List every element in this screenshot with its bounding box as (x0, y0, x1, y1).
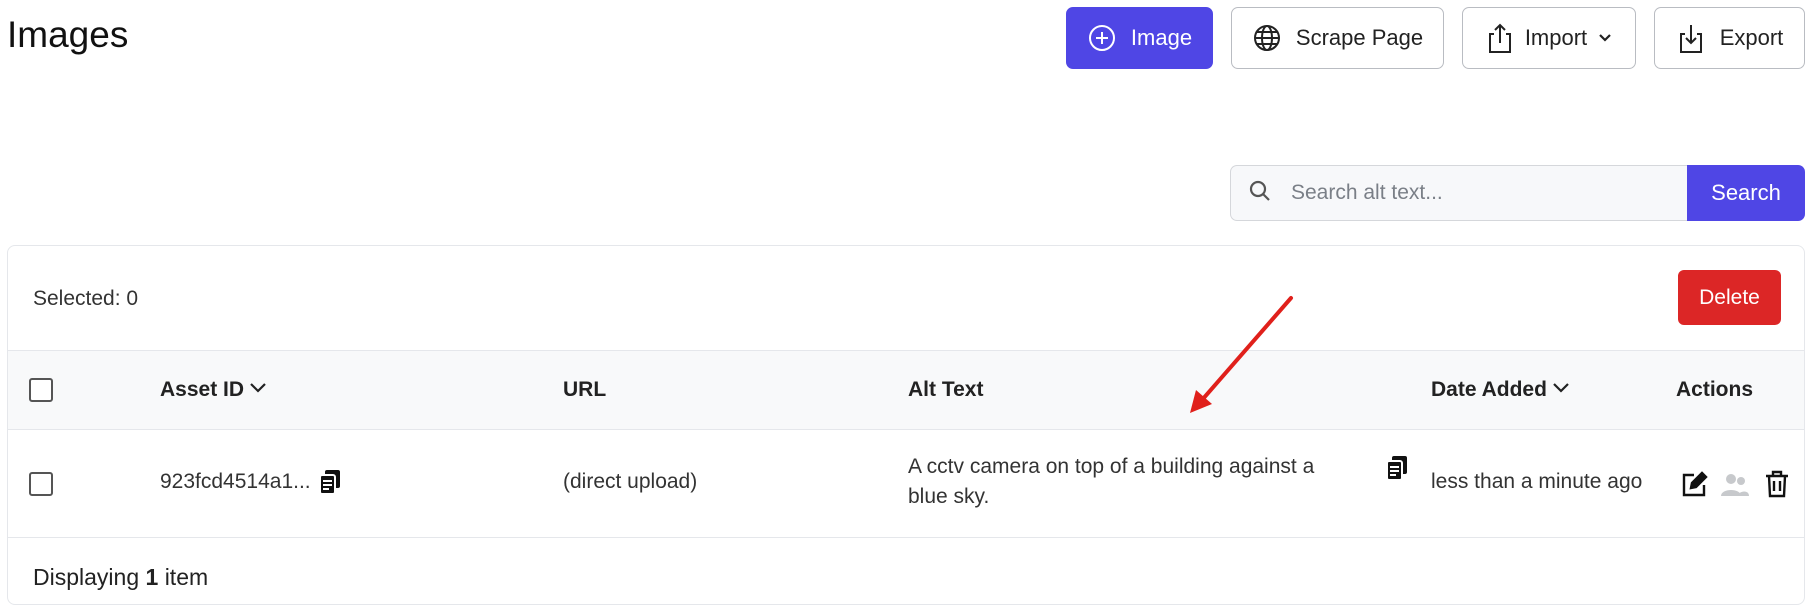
search-field (1230, 165, 1687, 221)
column-actions-label: Actions (1676, 378, 1754, 401)
date-added-value: less than a minute ago (1431, 470, 1643, 493)
delete-button[interactable]: Delete (1678, 270, 1781, 325)
table-header: Asset ID URL Alt Text Date Added Actions (8, 350, 1804, 430)
pagination-suffix: item (164, 564, 209, 590)
copy-icon[interactable] (1384, 454, 1410, 487)
page-title: Images (7, 14, 129, 55)
selected-count: Selected: 0 (33, 287, 139, 310)
column-url: URL (563, 351, 606, 429)
import-button[interactable]: Import (1462, 7, 1636, 69)
trash-icon[interactable] (1764, 470, 1790, 503)
alt-text-cell: A cctv camera on top of a building again… (908, 455, 1315, 508)
upload-icon (1485, 22, 1515, 54)
column-asset-id[interactable]: Asset ID (160, 351, 268, 429)
column-asset-id-label: Asset ID (160, 378, 245, 401)
column-actions: Actions (1676, 351, 1753, 429)
search-icon (1249, 180, 1271, 207)
scrape-page-label: Scrape Page (1295, 25, 1424, 50)
download-icon (1676, 22, 1706, 54)
pagination-count: 1 (145, 564, 159, 590)
url-value: (direct upload) (563, 470, 698, 493)
plus-circle-icon (1087, 23, 1117, 53)
date-added-cell: less than a minute ago (1431, 470, 1642, 494)
add-image-label: Image (1130, 25, 1193, 50)
column-date-added-label: Date Added (1431, 378, 1547, 401)
asset-id-value: 923fcd4514a1... (160, 470, 311, 493)
asset-id-cell: 923fcd4514a1... (160, 470, 311, 494)
column-date-added[interactable]: Date Added (1431, 351, 1571, 429)
images-table-card: Selected: 0 Delete Asset ID URL Alt Text… (7, 245, 1805, 605)
row-checkbox[interactable] (29, 472, 53, 496)
chevron-down-icon (1597, 30, 1613, 46)
edit-icon[interactable] (1680, 471, 1708, 504)
globe-icon (1252, 23, 1282, 53)
search-button[interactable]: Search (1687, 165, 1805, 221)
export-button[interactable]: Export (1654, 7, 1805, 69)
column-url-label: URL (563, 378, 607, 401)
users-icon[interactable] (1720, 472, 1750, 503)
column-alt-text: Alt Text (908, 351, 983, 429)
select-all-checkbox[interactable] (29, 378, 53, 402)
import-label: Import (1524, 25, 1588, 50)
column-alt-text-label: Alt Text (908, 378, 984, 401)
pagination-prefix: Displaying (33, 564, 140, 590)
sort-chevron-icon (1551, 378, 1571, 402)
scrape-page-button[interactable]: Scrape Page (1231, 7, 1444, 69)
export-label: Export (1719, 25, 1784, 50)
sort-chevron-icon (248, 378, 268, 402)
search-bar: Search (1230, 165, 1805, 221)
table-row: 923fcd4514a1... (direct upload) A cctv c… (8, 430, 1804, 538)
copy-icon[interactable] (317, 468, 343, 501)
pagination-summary: Displaying 1 item (33, 564, 208, 591)
add-image-button[interactable]: Image (1066, 7, 1213, 69)
url-cell: (direct upload) (563, 470, 697, 494)
search-input[interactable] (1289, 180, 1669, 206)
